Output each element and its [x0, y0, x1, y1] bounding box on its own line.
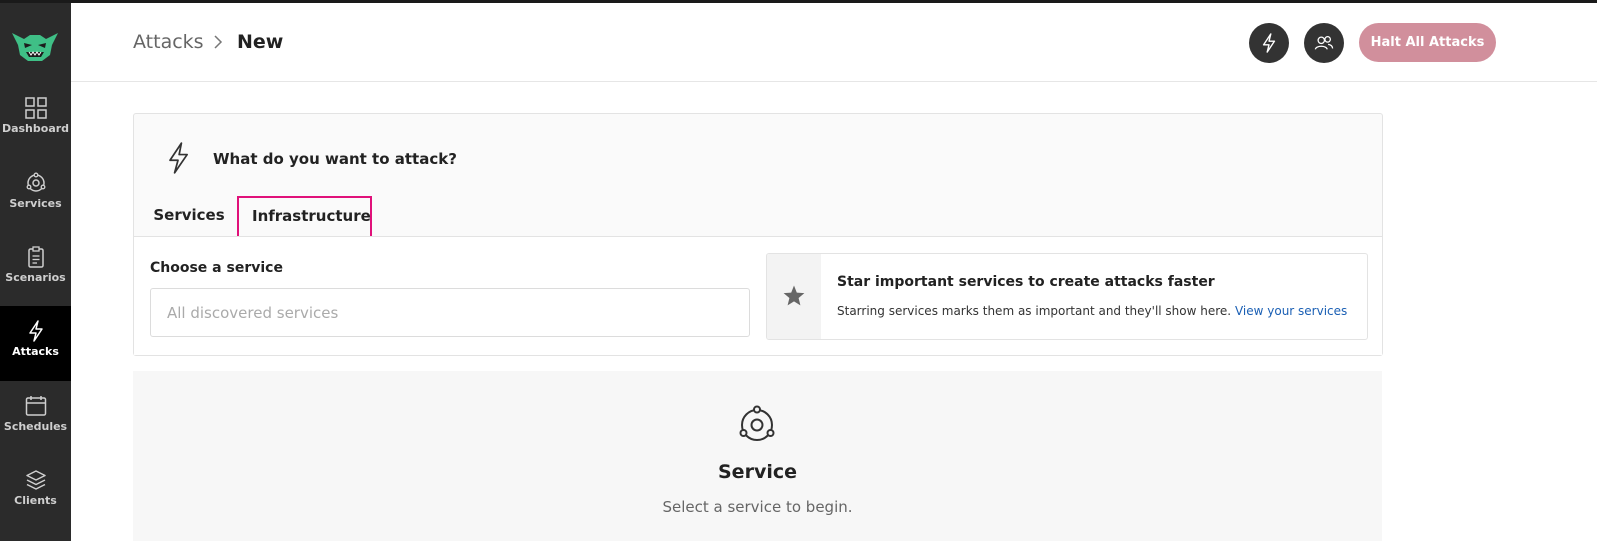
tab-infrastructure[interactable]: Infrastructure — [237, 196, 372, 240]
service-empty-state: Service Select a service to begin. — [133, 371, 1382, 541]
empty-state-title: Service — [718, 461, 797, 483]
star-tip-box: Star important services to create attack… — [766, 253, 1368, 340]
chevron-right-icon — [214, 35, 223, 49]
attack-target-card: What do you want to attack? Services Inf… — [133, 113, 1383, 356]
star-icon-panel — [767, 254, 821, 339]
calendar-icon — [25, 396, 46, 416]
service-search-input[interactable] — [150, 288, 750, 337]
page-header: Attacks New Halt All Attacks — [71, 3, 1597, 82]
sidebar-item-label: Services — [9, 197, 62, 210]
sidebar-item-label: Dashboard — [1, 122, 70, 135]
card-question: What do you want to attack? — [213, 150, 457, 168]
gremlin-logo-icon[interactable] — [10, 25, 60, 65]
team-button[interactable] — [1304, 23, 1344, 63]
dashboard-grid-icon — [24, 97, 47, 119]
lightning-icon — [28, 320, 43, 342]
sidebar-item-label: Attacks — [12, 345, 59, 358]
users-icon — [1314, 36, 1334, 50]
quick-attack-button[interactable] — [1249, 23, 1289, 63]
star-icon — [783, 285, 805, 306]
tab-label: Services — [153, 206, 225, 224]
breadcrumb-parent-link[interactable]: Attacks — [133, 31, 204, 53]
sidebar-item-scenarios[interactable]: Scenarios — [0, 232, 71, 307]
tip-description: Starring services marks them as importan… — [837, 304, 1232, 318]
page-title: New — [237, 31, 284, 53]
lightning-icon — [1262, 33, 1276, 53]
sidebar-item-clients[interactable]: Clients — [0, 455, 71, 530]
sidebar: Dashboard Services Scenarios Attacks Sch… — [0, 3, 71, 541]
view-services-link[interactable]: View your services — [1235, 304, 1347, 318]
layers-icon — [25, 470, 46, 490]
halt-all-attacks-button[interactable]: Halt All Attacks — [1359, 23, 1496, 62]
empty-state-subtitle: Select a service to begin. — [662, 498, 853, 516]
tab-services[interactable]: Services — [150, 206, 228, 239]
sidebar-item-schedules[interactable]: Schedules — [0, 381, 71, 456]
clipboard-icon — [27, 246, 44, 268]
lightning-icon — [169, 142, 188, 174]
services-orbit-icon — [739, 405, 775, 441]
choose-service-label: Choose a service — [150, 260, 283, 276]
services-orbit-icon — [26, 172, 45, 192]
tip-text: Starring services marks them as importan… — [837, 304, 1347, 318]
tip-title: Star important services to create attack… — [837, 274, 1215, 290]
sidebar-item-attacks[interactable]: Attacks — [0, 306, 71, 381]
sidebar-item-label: Scenarios — [5, 271, 66, 284]
sidebar-item-label: Schedules — [3, 420, 68, 433]
sidebar-item-services[interactable]: Services — [0, 158, 71, 233]
sidebar-item-label: Clients — [14, 494, 57, 507]
sidebar-item-dashboard[interactable]: Dashboard — [0, 83, 71, 158]
tab-label: Infrastructure — [252, 207, 371, 225]
